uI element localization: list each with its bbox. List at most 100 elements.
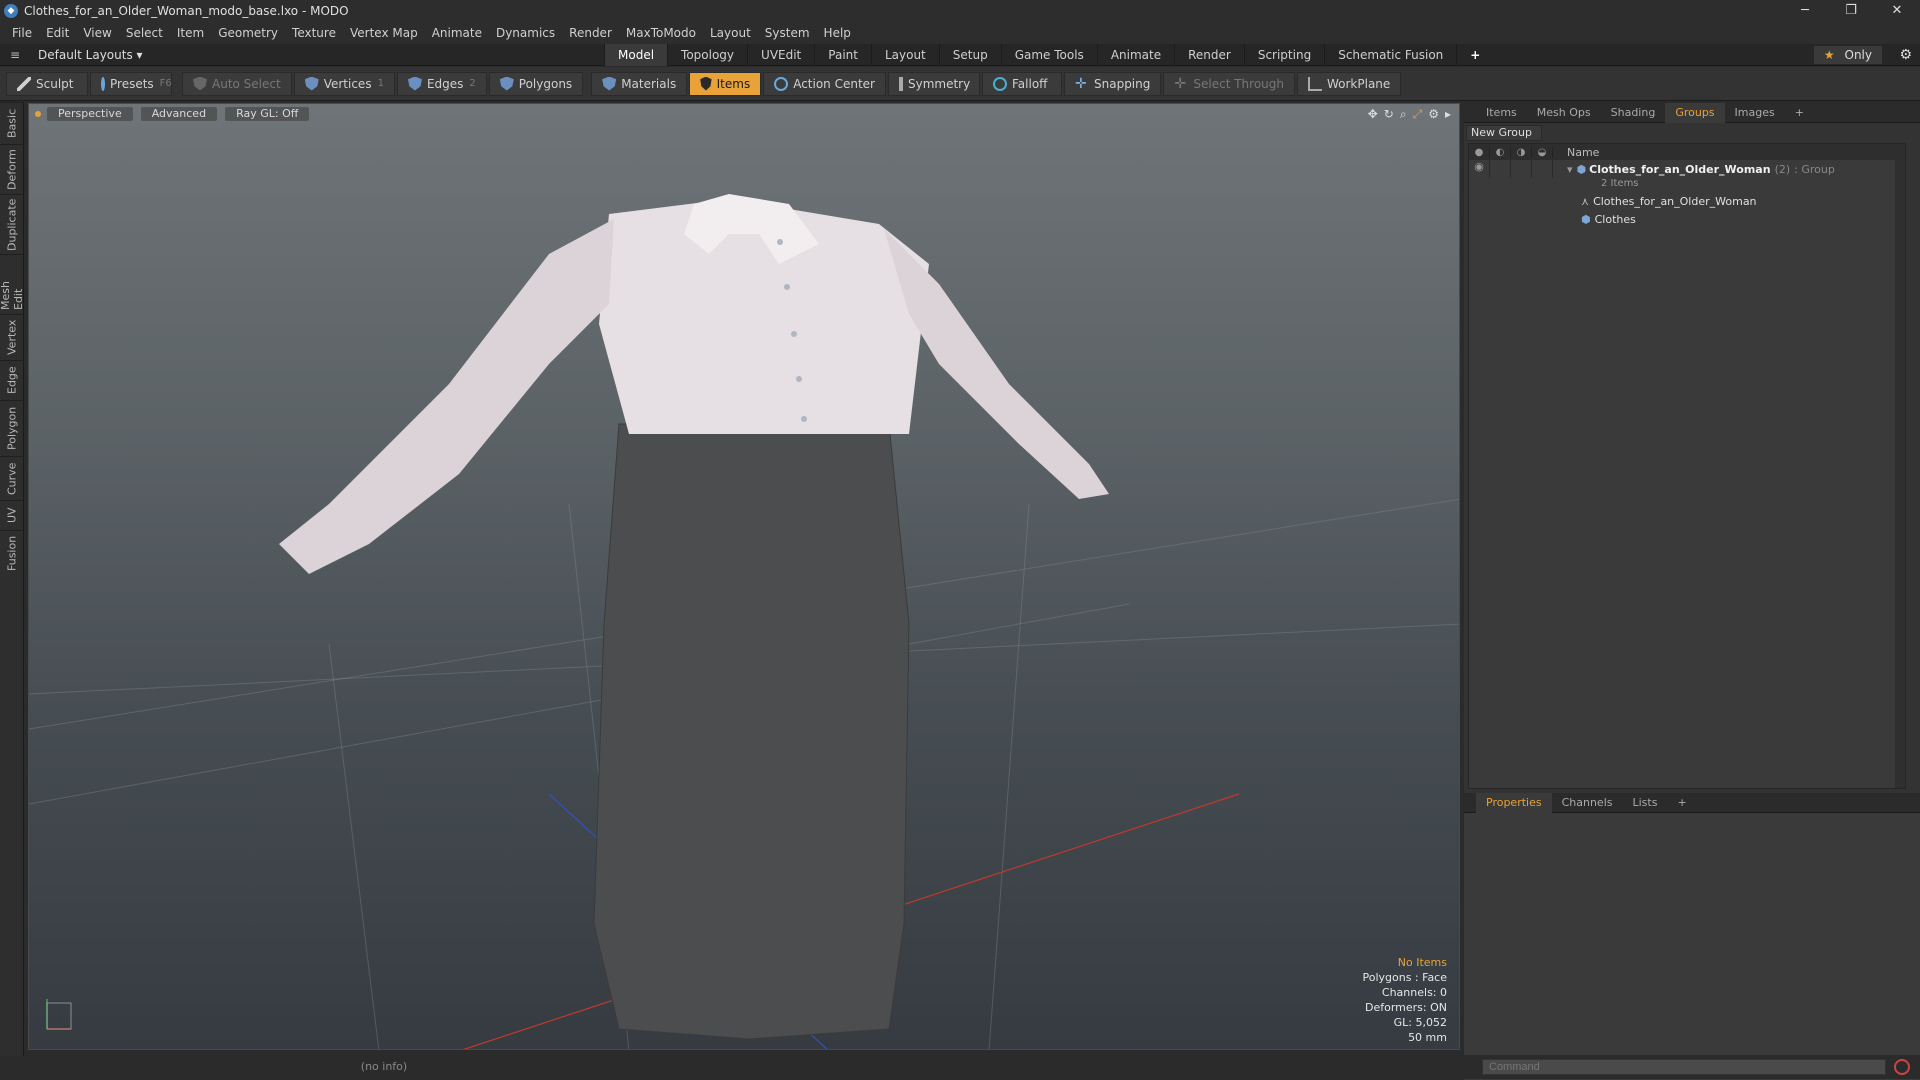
polygons-button[interactable]: Polygons	[488, 71, 584, 96]
visibility-eye-icon[interactable]: ◉	[1469, 160, 1490, 178]
tab-layout[interactable]: Layout	[870, 44, 939, 66]
workplane-button[interactable]: WorkPlane	[1296, 71, 1402, 96]
menu-render[interactable]: Render	[569, 26, 612, 40]
raygl-toggle[interactable]: Ray GL: Off	[225, 107, 310, 121]
minimize-button[interactable]: ─	[1782, 0, 1828, 22]
visibility-col-icon[interactable]: ●	[1469, 146, 1490, 158]
menu-texture[interactable]: Texture	[292, 26, 336, 40]
viewport-gear-icon[interactable]: ⚙	[1428, 107, 1439, 122]
tab-uv[interactable]: UV	[0, 500, 24, 530]
tab-edge[interactable]: Edge	[0, 360, 24, 400]
only-toggle[interactable]: ★ Only	[1813, 46, 1882, 64]
restore-button[interactable]: ❐	[1828, 0, 1874, 22]
tab-curve[interactable]: Curve	[0, 456, 24, 500]
group-items-count: 2 Items	[1601, 178, 1639, 189]
tab-scripting[interactable]: Scripting	[1243, 44, 1324, 66]
auto-select-button[interactable]: Auto Select	[182, 71, 292, 96]
layout-dropdown[interactable]: Default Layouts ▾	[38, 48, 143, 62]
action-center-button[interactable]: Action Center	[763, 71, 886, 96]
menu-vertex-map[interactable]: Vertex Map	[350, 26, 418, 40]
tab-fusion[interactable]: Fusion	[0, 530, 24, 576]
tab-game-tools[interactable]: Game Tools	[1000, 44, 1097, 66]
command-bar	[1460, 1055, 1920, 1079]
falloff-button[interactable]: Falloff	[982, 71, 1062, 96]
tab-paint[interactable]: Paint	[814, 44, 871, 66]
tab-images[interactable]: Images	[1725, 103, 1785, 123]
expand-caret-icon[interactable]: ▾	[1567, 163, 1573, 176]
menu-item[interactable]: Item	[177, 26, 204, 40]
tab-vertex[interactable]: Vertex	[0, 314, 24, 360]
menu-file[interactable]: File	[12, 26, 32, 40]
group-row[interactable]: ◉ ▾ ⬢ Clothes_for_an_Older_Woman (2) : G…	[1469, 160, 1905, 178]
right-panel: Items Mesh Ops Shading Groups Images + N…	[1464, 102, 1920, 1080]
close-button[interactable]: ✕	[1874, 0, 1920, 22]
select-toggle[interactable]	[1532, 160, 1553, 178]
vertices-button[interactable]: Vertices 1	[293, 71, 395, 96]
command-record-icon[interactable]	[1894, 1059, 1910, 1075]
tab-model[interactable]: Model	[604, 44, 668, 66]
expand-arrow-icon[interactable]: ▸	[1445, 107, 1451, 122]
menu-view[interactable]: View	[83, 26, 111, 40]
items-button[interactable]: Items	[689, 71, 762, 96]
list-item[interactable]: ⋏ Clothes_for_an_Older_Woman	[1469, 192, 1905, 210]
add-panel-tab-button[interactable]: +	[1785, 103, 1814, 123]
tab-uvedit[interactable]: UVEdit	[747, 44, 814, 66]
tab-render[interactable]: Render	[1174, 44, 1244, 66]
select-through-button[interactable]: ✛ Select Through	[1163, 71, 1295, 96]
tab-basic[interactable]: Basic	[0, 102, 24, 144]
menu-geometry[interactable]: Geometry	[218, 26, 278, 40]
layout-collapse-icon[interactable]: ≡	[10, 48, 20, 62]
presets-button[interactable]: Presets F6	[90, 71, 172, 96]
tab-deform[interactable]: Deform	[0, 144, 24, 194]
groups-scrollbar[interactable]	[1895, 160, 1905, 788]
menu-layout[interactable]: Layout	[710, 26, 751, 40]
new-group-button[interactable]: New Group	[1466, 125, 1542, 141]
list-item[interactable]: ⬢ Clothes	[1469, 210, 1905, 228]
menu-edit[interactable]: Edit	[46, 26, 69, 40]
menu-help[interactable]: Help	[824, 26, 851, 40]
presets-icon	[101, 76, 105, 91]
tab-channels[interactable]: Channels	[1552, 793, 1623, 813]
pan-icon[interactable]: ✥	[1368, 107, 1378, 122]
star-icon: ★	[1823, 48, 1835, 62]
menu-select[interactable]: Select	[126, 26, 163, 40]
symmetry-button[interactable]: Symmetry	[888, 71, 980, 96]
shading-dropdown[interactable]: Advanced	[140, 107, 218, 121]
lock-toggle[interactable]	[1511, 160, 1532, 178]
view-mode-dropdown[interactable]: Perspective	[47, 107, 133, 121]
tab-groups[interactable]: Groups	[1665, 102, 1725, 123]
tab-mesh-ops[interactable]: Mesh Ops	[1527, 103, 1601, 123]
tab-shading[interactable]: Shading	[1601, 103, 1666, 123]
tab-mesh-edit[interactable]: Mesh Edit	[0, 254, 25, 314]
command-input[interactable]	[1482, 1059, 1886, 1075]
tab-items[interactable]: Items	[1476, 103, 1527, 123]
render-col-icon[interactable]: ◐	[1490, 146, 1511, 158]
lock-col-icon[interactable]: ◑	[1511, 146, 1532, 158]
sculpt-button[interactable]: Sculpt	[6, 71, 88, 96]
add-properties-tab-button[interactable]: +	[1667, 793, 1696, 813]
menu-system[interactable]: System	[765, 26, 810, 40]
edges-button[interactable]: Edges 2	[396, 71, 487, 96]
3d-viewport[interactable]: Perspective Advanced Ray GL: Off ✥ ↻ ⌕ ⤢…	[28, 103, 1460, 1050]
tab-polygon[interactable]: Polygon	[0, 400, 24, 456]
zoom-icon[interactable]: ⌕	[1400, 107, 1407, 122]
tab-duplicate[interactable]: Duplicate	[0, 194, 24, 254]
menu-animate[interactable]: Animate	[432, 26, 482, 40]
tab-topology[interactable]: Topology	[667, 44, 747, 66]
snapping-button[interactable]: ✛ Snapping	[1064, 71, 1162, 96]
group-icon: ⬢	[1576, 162, 1587, 176]
tab-animate[interactable]: Animate	[1096, 44, 1174, 66]
tab-schematic-fusion[interactable]: Schematic Fusion	[1324, 44, 1456, 66]
menu-maxtomodo[interactable]: MaxToModo	[626, 26, 696, 40]
gear-icon[interactable]: ⚙	[1899, 47, 1912, 63]
fit-icon[interactable]: ⤢	[1413, 107, 1423, 122]
select-col-icon[interactable]: ◒	[1532, 146, 1553, 158]
tab-lists[interactable]: Lists	[1623, 793, 1668, 813]
materials-button[interactable]: Materials	[591, 71, 688, 96]
tab-properties[interactable]: Properties	[1476, 792, 1552, 813]
rotate-icon[interactable]: ↻	[1384, 107, 1394, 122]
tab-setup[interactable]: Setup	[938, 44, 1001, 66]
render-toggle[interactable]	[1490, 160, 1511, 178]
menu-dynamics[interactable]: Dynamics	[496, 26, 555, 40]
add-tab-button[interactable]: +	[1456, 44, 1493, 66]
